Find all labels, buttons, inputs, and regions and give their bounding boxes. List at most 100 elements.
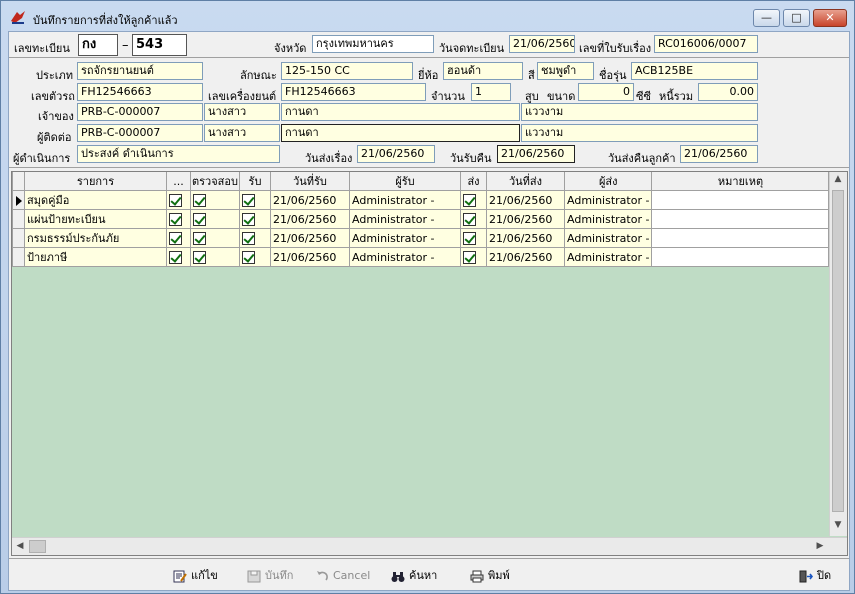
checkbox-checked-icon[interactable] bbox=[169, 212, 182, 226]
edit-button[interactable]: แก้ไข bbox=[173, 567, 218, 585]
dots-cell[interactable] bbox=[166, 209, 191, 229]
reg-prefix-field[interactable]: กง bbox=[78, 34, 118, 56]
send-cell[interactable] bbox=[460, 209, 487, 229]
receive-cell[interactable] bbox=[239, 190, 271, 210]
type-field[interactable]: รถจักรยานยนต์ bbox=[77, 62, 203, 80]
horizontal-scrollbar[interactable]: ◀ ▶ bbox=[12, 537, 847, 555]
checkbox-checked-icon[interactable] bbox=[169, 231, 182, 245]
reg-date-field[interactable]: 21/06/2560 bbox=[509, 35, 575, 53]
customer-return-date-field[interactable]: 21/06/2560 bbox=[680, 145, 758, 163]
cancel-button[interactable]: Cancel bbox=[315, 567, 370, 585]
checkbox-checked-icon[interactable] bbox=[193, 193, 206, 207]
note-cell[interactable] bbox=[651, 228, 830, 248]
print-button[interactable]: พิมพ์ bbox=[470, 567, 510, 585]
brand-field[interactable]: ฮอนด้า bbox=[443, 62, 523, 80]
send-date-field[interactable]: 21/06/2560 bbox=[357, 145, 435, 163]
col-header-send[interactable]: ส่ง bbox=[460, 172, 487, 191]
note-cell[interactable] bbox=[651, 209, 830, 229]
row-header-cell[interactable] bbox=[12, 190, 25, 210]
check-cell[interactable] bbox=[190, 228, 240, 248]
sender-cell[interactable]: Administrator - bbox=[563, 190, 653, 210]
return-date-field[interactable]: 21/06/2560 bbox=[497, 145, 575, 163]
scroll-left-icon[interactable]: ◀ bbox=[12, 541, 28, 551]
owner-lastname-field[interactable]: แววงาม bbox=[521, 103, 758, 121]
receive-cell[interactable] bbox=[239, 209, 271, 229]
send-date-cell[interactable]: 21/06/2560 bbox=[486, 228, 565, 248]
send-cell[interactable] bbox=[460, 247, 487, 267]
scroll-right-icon[interactable]: ▶ bbox=[812, 541, 828, 551]
col-header-sender[interactable]: ผู้ส่ง bbox=[563, 172, 653, 191]
receiver-cell[interactable]: Administrator - bbox=[349, 209, 461, 229]
owner-title-field[interactable]: นางสาว bbox=[204, 103, 280, 121]
checkbox-checked-icon[interactable] bbox=[463, 212, 476, 226]
chassis-field[interactable]: FH12546663 bbox=[77, 83, 203, 101]
qty-field[interactable]: 1 bbox=[471, 83, 511, 101]
checkbox-checked-icon[interactable] bbox=[242, 231, 255, 245]
size-field[interactable]: 0 bbox=[578, 83, 634, 101]
checkbox-checked-icon[interactable] bbox=[463, 250, 476, 264]
debt-field[interactable]: 0.00 bbox=[698, 83, 758, 101]
receive-cell[interactable] bbox=[239, 247, 271, 267]
dots-cell[interactable] bbox=[166, 247, 191, 267]
receive-date-cell[interactable]: 21/06/2560 bbox=[270, 247, 350, 267]
note-cell[interactable] bbox=[651, 247, 830, 267]
col-header-send-date[interactable]: วันที่ส่ง bbox=[486, 172, 565, 191]
contact-title-field[interactable]: นางสาว bbox=[204, 124, 280, 142]
character-field[interactable]: 125-150 CC bbox=[281, 62, 413, 80]
checkbox-checked-icon[interactable] bbox=[193, 231, 206, 245]
row-header-cell[interactable] bbox=[12, 228, 25, 248]
color-field[interactable]: ชมพูดำ bbox=[537, 62, 594, 80]
checkbox-checked-icon[interactable] bbox=[463, 231, 476, 245]
close-button[interactable]: ✕ bbox=[813, 9, 847, 27]
checkbox-checked-icon[interactable] bbox=[193, 212, 206, 226]
checkbox-checked-icon[interactable] bbox=[242, 212, 255, 226]
col-header-receiver[interactable]: ผู้รับ bbox=[349, 172, 461, 191]
send-cell[interactable] bbox=[460, 228, 487, 248]
col-header-receive[interactable]: รับ bbox=[239, 172, 271, 191]
checkbox-checked-icon[interactable] bbox=[193, 250, 206, 264]
receiver-cell[interactable]: Administrator - bbox=[349, 247, 461, 267]
checkbox-checked-icon[interactable] bbox=[169, 193, 182, 207]
col-header-receive-date[interactable]: วันที่รับ bbox=[270, 172, 350, 191]
send-date-cell[interactable]: 21/06/2560 bbox=[486, 209, 565, 229]
send-date-cell[interactable]: 21/06/2560 bbox=[486, 190, 565, 210]
receiver-cell[interactable]: Administrator - bbox=[349, 190, 461, 210]
operator-field[interactable]: ประสงค์ ดำเนินการ bbox=[77, 145, 280, 163]
dots-cell[interactable] bbox=[166, 228, 191, 248]
check-cell[interactable] bbox=[190, 209, 240, 229]
item-cell[interactable]: ป้ายภาษี bbox=[24, 247, 167, 267]
owner-firstname-field[interactable]: กานดา bbox=[281, 103, 520, 121]
save-button[interactable]: บันทึก bbox=[247, 567, 293, 585]
col-header-dots[interactable]: ... bbox=[166, 172, 191, 191]
engine-field[interactable]: FH12546663 bbox=[281, 83, 426, 101]
col-header-item[interactable]: รายการ bbox=[24, 172, 167, 191]
sender-cell[interactable]: Administrator - bbox=[563, 209, 653, 229]
title-bar[interactable]: บันทึกรายการที่ส่งให้ลูกค้าแล้ว — □ ✕ bbox=[1, 1, 854, 31]
scroll-up-icon[interactable]: ▲ bbox=[830, 174, 846, 184]
receipt-no-field[interactable]: RC016006/0007 bbox=[654, 35, 758, 53]
vertical-scroll-thumb[interactable] bbox=[832, 190, 844, 512]
note-cell[interactable] bbox=[651, 190, 830, 210]
check-cell[interactable] bbox=[190, 190, 240, 210]
scroll-down-icon[interactable]: ▼ bbox=[830, 520, 846, 530]
item-cell[interactable]: กรมธรรม์ประกันภัย bbox=[24, 228, 167, 248]
province-field[interactable]: กรุงเทพมหานคร bbox=[312, 35, 434, 53]
contact-lastname-field[interactable]: แววงาม bbox=[521, 124, 758, 142]
col-header-note[interactable]: หมายเหตุ bbox=[651, 172, 830, 191]
contact-firstname-field[interactable]: กานดา bbox=[281, 124, 520, 142]
receive-date-cell[interactable]: 21/06/2560 bbox=[270, 190, 350, 210]
horizontal-scroll-thumb[interactable] bbox=[29, 540, 46, 553]
close-form-button[interactable]: ปิด bbox=[799, 567, 831, 585]
receive-date-cell[interactable]: 21/06/2560 bbox=[270, 209, 350, 229]
row-header-cell[interactable] bbox=[12, 247, 25, 267]
model-field[interactable]: ACB125BE bbox=[631, 62, 758, 80]
search-button[interactable]: ค้นหา bbox=[391, 567, 437, 585]
table-row[interactable]: สมุดคู่มือ 21/06/2560 Administrator -21/06… bbox=[12, 190, 830, 210]
table-row[interactable]: กรมธรรม์ประกันภัย 21/06/2560 Administrator… bbox=[12, 228, 830, 248]
owner-code-field[interactable]: PRB-C-000007 bbox=[77, 103, 203, 121]
dots-cell[interactable] bbox=[166, 190, 191, 210]
contact-code-field[interactable]: PRB-C-000007 bbox=[77, 124, 203, 142]
item-cell[interactable]: แผ่นป้ายทะเบียน bbox=[24, 209, 167, 229]
sender-cell[interactable]: Administrator - bbox=[563, 228, 653, 248]
sender-cell[interactable]: Administrator - bbox=[563, 247, 653, 267]
